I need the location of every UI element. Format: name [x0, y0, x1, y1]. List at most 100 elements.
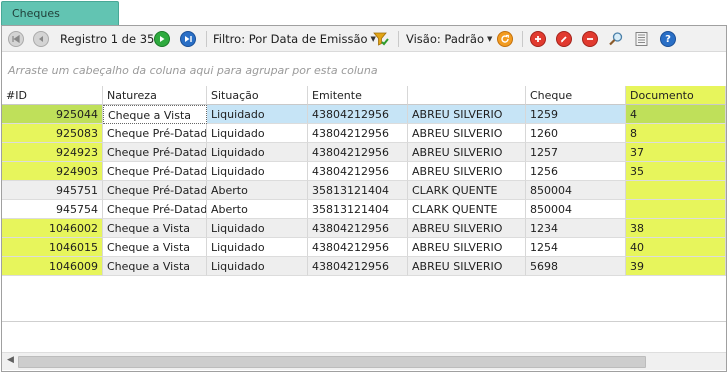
cell-documento: [626, 200, 726, 219]
column-header-documento[interactable]: Documento: [626, 86, 726, 105]
cell-documento: 38: [626, 219, 726, 238]
cell-nome: CLARK QUENTE: [408, 181, 526, 200]
cell-id: 924903: [2, 162, 103, 181]
column-header-natureza[interactable]: Natureza: [103, 86, 207, 105]
table-row[interactable]: 1046015 Cheque a Vista Liquidado 4380421…: [2, 238, 726, 257]
help-button[interactable]: ?: [660, 26, 676, 52]
table-row[interactable]: 925083 Cheque Pré-Datado Liquidado 43804…: [2, 124, 726, 143]
tab-cheques-recebidos[interactable]: Cheques Recebidos: [1, 1, 119, 43]
column-header-id[interactable]: #ID: [2, 86, 103, 105]
column-header-cheque[interactable]: Cheque: [526, 86, 626, 105]
filter-dropdown[interactable]: Filtro: Por Data de Emissão ▼: [213, 26, 376, 52]
filter-button[interactable]: [373, 26, 389, 52]
cell-situacao: Liquidado: [207, 124, 308, 143]
next-record-icon: [154, 31, 170, 47]
cheques-grid: #ID Natureza Situação Emitente Cheque Do…: [2, 86, 726, 276]
cell-situacao: Liquidado: [207, 162, 308, 181]
cell-emitente: 43804212956: [308, 257, 408, 276]
group-by-hint: Arraste um cabeçalho da coluna aqui para…: [8, 64, 378, 77]
group-by-panel[interactable]: Arraste um cabeçalho da coluna aqui para…: [2, 52, 726, 88]
edit-record-button[interactable]: [556, 26, 572, 52]
view-dropdown[interactable]: Visão: Padrão ▼: [406, 26, 492, 52]
columns-icon: [635, 32, 648, 46]
cell-id: 1046002: [2, 219, 103, 238]
cell-emitente: 43804212956: [308, 162, 408, 181]
cell-cheque: 1234: [526, 219, 626, 238]
cell-situacao: Liquidado: [207, 143, 308, 162]
cell-cheque: 1257: [526, 143, 626, 162]
previous-record-button[interactable]: [33, 26, 49, 52]
filter-funnel-icon: [373, 32, 389, 46]
column-header-situacao[interactable]: Situação: [207, 86, 308, 105]
cell-natureza: Cheque Pré-Datado: [103, 124, 207, 143]
table-row[interactable]: 924923 Cheque Pré-Datado Liquidado 43804…: [2, 143, 726, 162]
cell-natureza: Cheque a Vista: [103, 257, 207, 276]
cell-documento: 37: [626, 143, 726, 162]
cell-natureza: Cheque a Vista: [103, 105, 207, 124]
delete-record-button[interactable]: [582, 26, 598, 52]
column-header-nome[interactable]: [408, 86, 526, 105]
cell-documento: [626, 181, 726, 200]
cell-documento: 39: [626, 257, 726, 276]
add-record-button[interactable]: [530, 26, 546, 52]
previous-record-icon: [33, 31, 49, 47]
first-record-icon: [8, 31, 24, 47]
cell-cheque: 1260: [526, 124, 626, 143]
cell-nome: ABREU SILVERIO: [408, 124, 526, 143]
next-record-button[interactable]: [154, 26, 170, 52]
cell-nome: ABREU SILVERIO: [408, 105, 526, 124]
view-refresh-icon: [497, 31, 513, 47]
cell-id: 1046009: [2, 257, 103, 276]
cell-emitente: 35813121404: [308, 181, 408, 200]
columns-button[interactable]: [634, 26, 650, 52]
cell-id: 924923: [2, 143, 103, 162]
cell-emitente: 43804212956: [308, 143, 408, 162]
tab-strip: Cheques Recebidos: [0, 0, 728, 43]
cell-id: 1046015: [2, 238, 103, 257]
last-record-icon: [180, 31, 196, 47]
scrollbar-thumb[interactable]: [18, 356, 646, 368]
cell-id: 925083: [2, 124, 103, 143]
table-row[interactable]: 925044 Cheque a Vista Liquidado 43804212…: [2, 105, 726, 124]
cell-id: 925044: [2, 105, 103, 124]
cell-natureza: Cheque Pré-Datado: [103, 162, 207, 181]
cell-nome: ABREU SILVERIO: [408, 162, 526, 181]
grid-header-row: #ID Natureza Situação Emitente Cheque Do…: [2, 86, 726, 105]
table-row[interactable]: 1046009 Cheque a Vista Liquidado 4380421…: [2, 257, 726, 276]
cell-situacao: Aberto: [207, 181, 308, 200]
column-header-emitente[interactable]: Emitente: [308, 86, 408, 105]
cell-emitente: 43804212956: [308, 238, 408, 257]
cell-natureza: Cheque Pré-Datado: [103, 200, 207, 219]
add-record-icon: [530, 31, 546, 47]
horizontal-scrollbar[interactable]: ◀: [2, 352, 726, 370]
table-row[interactable]: 945754 Cheque Pré-Datado Aberto 35813121…: [2, 200, 726, 219]
toolbar-separator: [522, 31, 523, 47]
cell-natureza: Cheque Pré-Datado: [103, 181, 207, 200]
cell-nome: ABREU SILVERIO: [408, 143, 526, 162]
cell-situacao: Liquidado: [207, 105, 308, 124]
cell-emitente: 43804212956: [308, 124, 408, 143]
toolbar-separator: [398, 31, 399, 47]
table-row[interactable]: 945751 Cheque Pré-Datado Aberto 35813121…: [2, 181, 726, 200]
cell-emitente: 43804212956: [308, 219, 408, 238]
cell-situacao: Aberto: [207, 200, 308, 219]
last-record-button[interactable]: [180, 26, 196, 52]
view-refresh-button[interactable]: [497, 26, 513, 52]
edit-record-icon: [556, 31, 572, 47]
cell-cheque: 1259: [526, 105, 626, 124]
scroll-left-icon[interactable]: ◀: [7, 355, 14, 365]
cell-situacao: Liquidado: [207, 238, 308, 257]
table-row[interactable]: 1046002 Cheque a Vista Liquidado 4380421…: [2, 219, 726, 238]
cell-id: 945754: [2, 200, 103, 219]
cell-natureza: Cheque a Vista: [103, 238, 207, 257]
cell-cheque: 850004: [526, 200, 626, 219]
cell-nome: CLARK QUENTE: [408, 200, 526, 219]
cell-nome: ABREU SILVERIO: [408, 238, 526, 257]
view-label: Visão: Padrão: [406, 32, 484, 46]
cell-documento: 8: [626, 124, 726, 143]
first-record-button[interactable]: [8, 26, 24, 52]
toolbar-separator: [206, 31, 207, 47]
table-row[interactable]: 924903 Cheque Pré-Datado Liquidado 43804…: [2, 162, 726, 181]
cell-nome: ABREU SILVERIO: [408, 257, 526, 276]
search-button[interactable]: [608, 26, 624, 52]
